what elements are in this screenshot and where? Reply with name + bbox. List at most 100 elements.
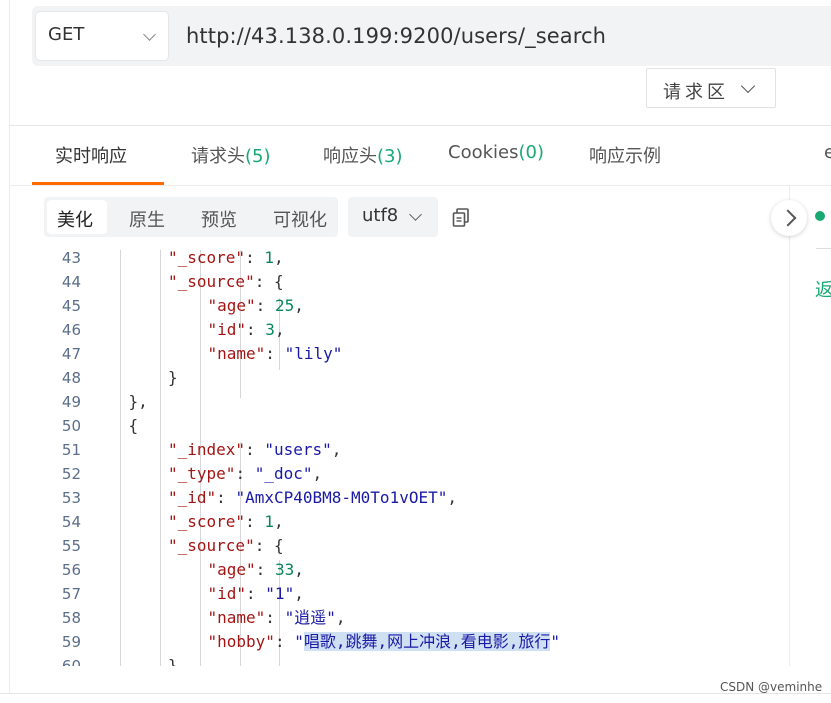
code-text: "name": "逍遥", [208, 606, 346, 630]
request-area-toggle[interactable]: 请求区 [646, 68, 776, 108]
json-punctuation: : [265, 608, 285, 627]
url-input[interactable]: http://43.138.0.199:9200/users/_search [186, 24, 606, 48]
json-string: "1" [265, 584, 295, 603]
json-punctuation: , [312, 464, 323, 483]
code-line: 50 { [9, 414, 789, 438]
line-number: 59 [61, 633, 81, 651]
beautify-button[interactable]: 美化 [57, 206, 93, 232]
divider [9, 125, 831, 126]
json-punctuation: : [235, 464, 255, 483]
request-area-label: 请求区 [663, 82, 729, 103]
code-text: "_source": { [168, 534, 284, 558]
code-line: 60} [9, 654, 789, 666]
code-text: "age": 33, [208, 558, 304, 582]
code-text: "id": 3, [208, 318, 285, 342]
line-number: 51 [61, 441, 81, 459]
right-panel-text: 返 [815, 280, 831, 301]
code-text: "_id": "AmxCP40BM8-M0To1vOET", [168, 486, 457, 510]
divider [816, 248, 831, 249]
method-label: GET [48, 24, 85, 45]
more-icon[interactable]: e [824, 142, 831, 163]
json-number: 33 [274, 560, 295, 579]
code-text: "_score": 1, [168, 246, 284, 270]
chevron-down-icon [143, 28, 156, 41]
divider [9, 185, 831, 186]
code-text: "_source": { [168, 270, 284, 294]
json-punctuation: , [294, 560, 304, 579]
json-string: 唱歌,跳舞,网上冲浪,看电影,旅行 [303, 632, 551, 651]
collapse-panel-button[interactable] [771, 200, 807, 236]
line-number: 53 [61, 489, 81, 507]
response-code-editor[interactable]: 43 "_score": 1, 44 "_source": {45 "age": 25,… [9, 246, 789, 666]
json-punctuation: { [128, 416, 139, 435]
chevron-down-icon [740, 78, 756, 94]
code-line: 46 "id": 3, [9, 318, 789, 342]
line-number: 54 [61, 513, 81, 531]
json-punctuation: : { [254, 536, 284, 555]
code-text: "id": "1", [208, 582, 304, 606]
code-line: 49}, [9, 390, 789, 414]
line-number: 50 [61, 417, 81, 435]
code-line: 45 "age": 25, [9, 294, 789, 318]
code-text: "age": 25, [208, 294, 304, 318]
json-punctuation: }, [128, 392, 148, 411]
tab-response-examples[interactable]: 响应示例 [589, 142, 661, 168]
json-key: "id" [207, 320, 247, 339]
json-string: " [550, 632, 561, 651]
line-number: 46 [61, 321, 81, 339]
json-punctuation: } [168, 368, 178, 387]
json-punctuation: , [273, 512, 284, 531]
encoding-label: utf8 [362, 205, 399, 226]
json-number: 3 [265, 320, 275, 339]
tab-label: Cookies [448, 142, 519, 163]
code-line: 57 "id": "1", [9, 582, 789, 606]
preview-button[interactable]: 预览 [201, 206, 237, 232]
line-number: 48 [61, 369, 81, 387]
method-select[interactable]: GET [36, 12, 168, 60]
json-key: "_source" [168, 536, 255, 555]
json-punctuation: : [246, 320, 266, 339]
json-string: "lily" [284, 344, 343, 363]
tab-request-headers[interactable]: 请求头(5) [191, 142, 271, 168]
code-line: 53 "_id": "AmxCP40BM8-M0To1vOET", [9, 486, 789, 510]
code-line: 48} [9, 366, 789, 390]
code-text: "name": "lily" [208, 342, 343, 366]
tab-live-response[interactable]: 实时响应 [55, 142, 127, 168]
code-line: 54 "_score": 1, [9, 510, 789, 534]
json-string: "AmxCP40BM8-M0To1vOET" [235, 488, 448, 507]
panel-divider [789, 186, 790, 666]
code-text: "_type": "_doc", [168, 462, 322, 486]
json-number: 1 [264, 512, 274, 531]
json-punctuation: , [335, 608, 346, 627]
code-text: }, [129, 390, 148, 414]
tab-cookies[interactable]: Cookies(0) [448, 142, 544, 163]
raw-button[interactable]: 原生 [129, 206, 165, 232]
json-key: "_score" [168, 512, 246, 531]
json-key: "_type" [168, 464, 236, 483]
code-text: { [129, 414, 139, 438]
code-line: 58 "name": "逍遥", [9, 606, 789, 630]
tab-label: 实时响应 [55, 146, 127, 167]
code-text: } [168, 366, 178, 390]
line-number: 44 [61, 273, 81, 291]
code-line: 56 "age": 33, [9, 558, 789, 582]
encoding-select[interactable]: utf8 [348, 197, 438, 237]
copy-icon[interactable] [452, 208, 470, 228]
status-dot-icon [815, 211, 825, 221]
json-punctuation: , [294, 296, 304, 315]
line-number: 57 [61, 585, 81, 603]
json-number: 25 [274, 296, 295, 315]
json-key: "_score" [168, 248, 246, 267]
json-punctuation: : [245, 440, 265, 459]
visualize-button[interactable]: 可视化 [273, 206, 327, 232]
json-string: "users" [264, 440, 332, 459]
json-punctuation: , [331, 440, 342, 459]
json-punctuation: : [274, 632, 295, 651]
json-key: "age" [207, 296, 256, 315]
line-number: 43 [61, 249, 81, 267]
json-key: "_index" [168, 440, 246, 459]
tab-response-headers[interactable]: 响应头(3) [323, 142, 403, 168]
json-punctuation: : [255, 560, 275, 579]
tab-count: (3) [377, 146, 403, 167]
json-punctuation: , [294, 584, 304, 603]
